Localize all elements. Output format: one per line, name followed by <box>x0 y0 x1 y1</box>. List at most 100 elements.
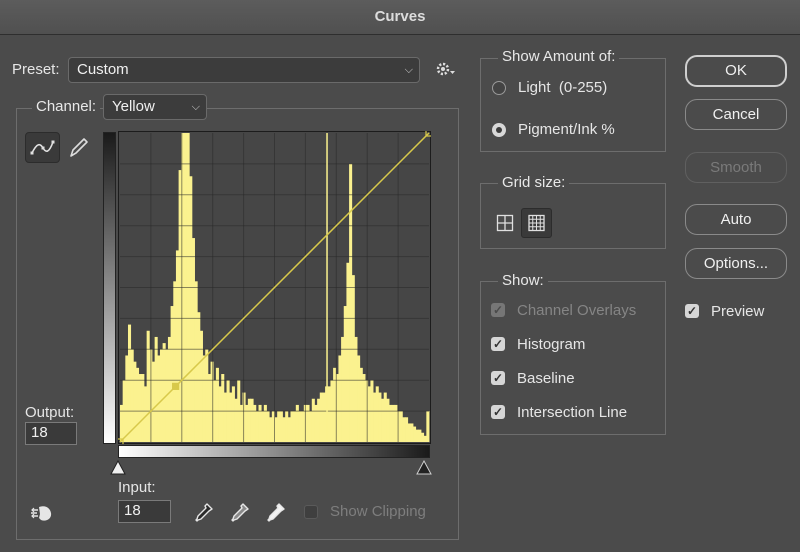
on-image-adjust-tool[interactable] <box>28 501 56 525</box>
baseline-checkbox[interactable]: ✓ <box>491 371 505 385</box>
histogram-bar <box>357 355 361 442</box>
output-field[interactable]: 18 <box>25 422 77 445</box>
pencil-tool-button[interactable] <box>66 134 92 162</box>
grid-coarse-icon <box>496 214 514 232</box>
histogram-bar <box>255 411 259 442</box>
histogram-bar <box>338 355 342 442</box>
histogram-bar <box>394 404 398 442</box>
histogram-bar <box>146 330 150 442</box>
histogram-bar <box>277 411 281 442</box>
white-point-eyedropper[interactable] <box>264 500 288 526</box>
histogram-bar <box>381 398 385 442</box>
histogram-bar <box>319 392 323 442</box>
histogram-bar <box>298 411 302 442</box>
histogram-bar <box>375 386 379 442</box>
pencil-icon <box>70 138 88 157</box>
eyedropper-gray-icon <box>231 503 249 522</box>
histogram-bar <box>421 432 425 442</box>
preset-settings-gear-icon[interactable] <box>434 58 456 80</box>
histogram-checkbox[interactable]: ✓ <box>491 337 505 351</box>
preview-label: Preview <box>711 303 765 320</box>
histogram-bar <box>359 367 363 442</box>
histogram-bar <box>167 336 172 442</box>
histogram-bar <box>266 411 270 442</box>
histogram-bar <box>362 374 366 442</box>
slider-triangle-icon <box>110 459 126 475</box>
title-bar: Curves <box>0 0 800 35</box>
white-point-slider[interactable] <box>110 459 126 476</box>
histogram-bar <box>170 306 174 442</box>
smooth-button[interactable]: Smooth <box>685 152 787 183</box>
histogram-bar <box>250 398 254 442</box>
histogram-bar <box>285 411 289 442</box>
pigment-radio[interactable] <box>492 123 506 137</box>
channel-overlays-checkbox[interactable]: ✓ <box>491 303 505 317</box>
channel-select[interactable]: Yellow ⌵ <box>103 94 207 120</box>
input-field[interactable]: 18 <box>118 500 171 523</box>
baseline-label: Baseline <box>517 370 575 387</box>
histogram-bar <box>120 404 124 442</box>
histogram-bar <box>386 398 390 442</box>
histogram-bar <box>199 330 203 442</box>
show-clipping-label: Show Clipping <box>330 503 426 520</box>
cancel-button[interactable]: Cancel <box>685 99 787 130</box>
histogram-bar <box>194 281 198 442</box>
histogram-bar <box>405 417 409 442</box>
curve-point-tool-button[interactable] <box>25 132 60 163</box>
histogram-bar <box>202 355 206 442</box>
grid-detailed-button[interactable] <box>521 208 552 238</box>
histogram-bar <box>282 417 286 442</box>
light-radio[interactable] <box>492 81 506 95</box>
histogram-bar <box>223 392 227 442</box>
curve-control-point[interactable] <box>172 382 180 390</box>
histogram-bar <box>373 392 377 442</box>
auto-button[interactable]: Auto <box>685 204 787 235</box>
ok-button[interactable]: OK <box>685 55 787 87</box>
black-point-eyedropper[interactable] <box>192 500 216 526</box>
histogram-bar <box>162 343 166 442</box>
histogram-bar <box>205 349 209 442</box>
intersection-line-checkbox[interactable]: ✓ <box>491 405 505 419</box>
histogram-bar <box>349 163 353 442</box>
preset-value: Custom <box>77 61 129 78</box>
options-button[interactable]: Options... <box>685 248 787 279</box>
histogram-bar <box>135 367 140 442</box>
histogram-bar <box>141 374 145 442</box>
histogram-bar <box>245 404 249 442</box>
histogram-bar <box>263 404 267 442</box>
light-label: Light (0-255) <box>518 79 608 96</box>
histogram-bar <box>221 374 225 442</box>
histogram-bar <box>311 398 315 442</box>
input-label: Input: <box>118 479 156 496</box>
histogram-bar <box>389 404 393 442</box>
histogram-bar <box>287 417 291 442</box>
histogram-bar <box>269 417 273 442</box>
histogram-bar <box>247 398 251 442</box>
channel-value: Yellow <box>112 98 155 115</box>
histogram-bar <box>258 404 262 442</box>
curves-graph[interactable] <box>118 131 431 444</box>
histogram-bar <box>157 355 161 442</box>
intersection-line-label: Intersection Line <box>517 404 628 421</box>
histogram-bar <box>314 404 318 442</box>
curve-icon <box>30 140 55 155</box>
grid-fine-icon <box>528 214 545 232</box>
histogram-bar <box>173 281 177 442</box>
channel-label: Channel: <box>32 98 101 115</box>
histogram-bar <box>306 404 310 442</box>
histogram-bar <box>290 411 294 442</box>
preset-select[interactable]: Custom ⌵ <box>68 57 420 83</box>
grid-simple-button[interactable] <box>494 212 516 234</box>
histogram-bar <box>231 386 235 442</box>
black-point-slider[interactable] <box>416 459 432 476</box>
histogram-bar <box>154 336 158 442</box>
show-clipping-checkbox[interactable] <box>304 505 318 519</box>
pigment-label: Pigment/Ink % <box>518 121 615 138</box>
histogram-bar <box>322 392 326 442</box>
histogram-bar <box>279 411 283 442</box>
output-gradient-bar <box>103 132 116 444</box>
histogram-bar <box>301 411 305 442</box>
gray-point-eyedropper[interactable] <box>228 500 252 526</box>
show-title: Show: <box>498 272 548 289</box>
preview-checkbox[interactable]: ✓ <box>685 304 699 318</box>
